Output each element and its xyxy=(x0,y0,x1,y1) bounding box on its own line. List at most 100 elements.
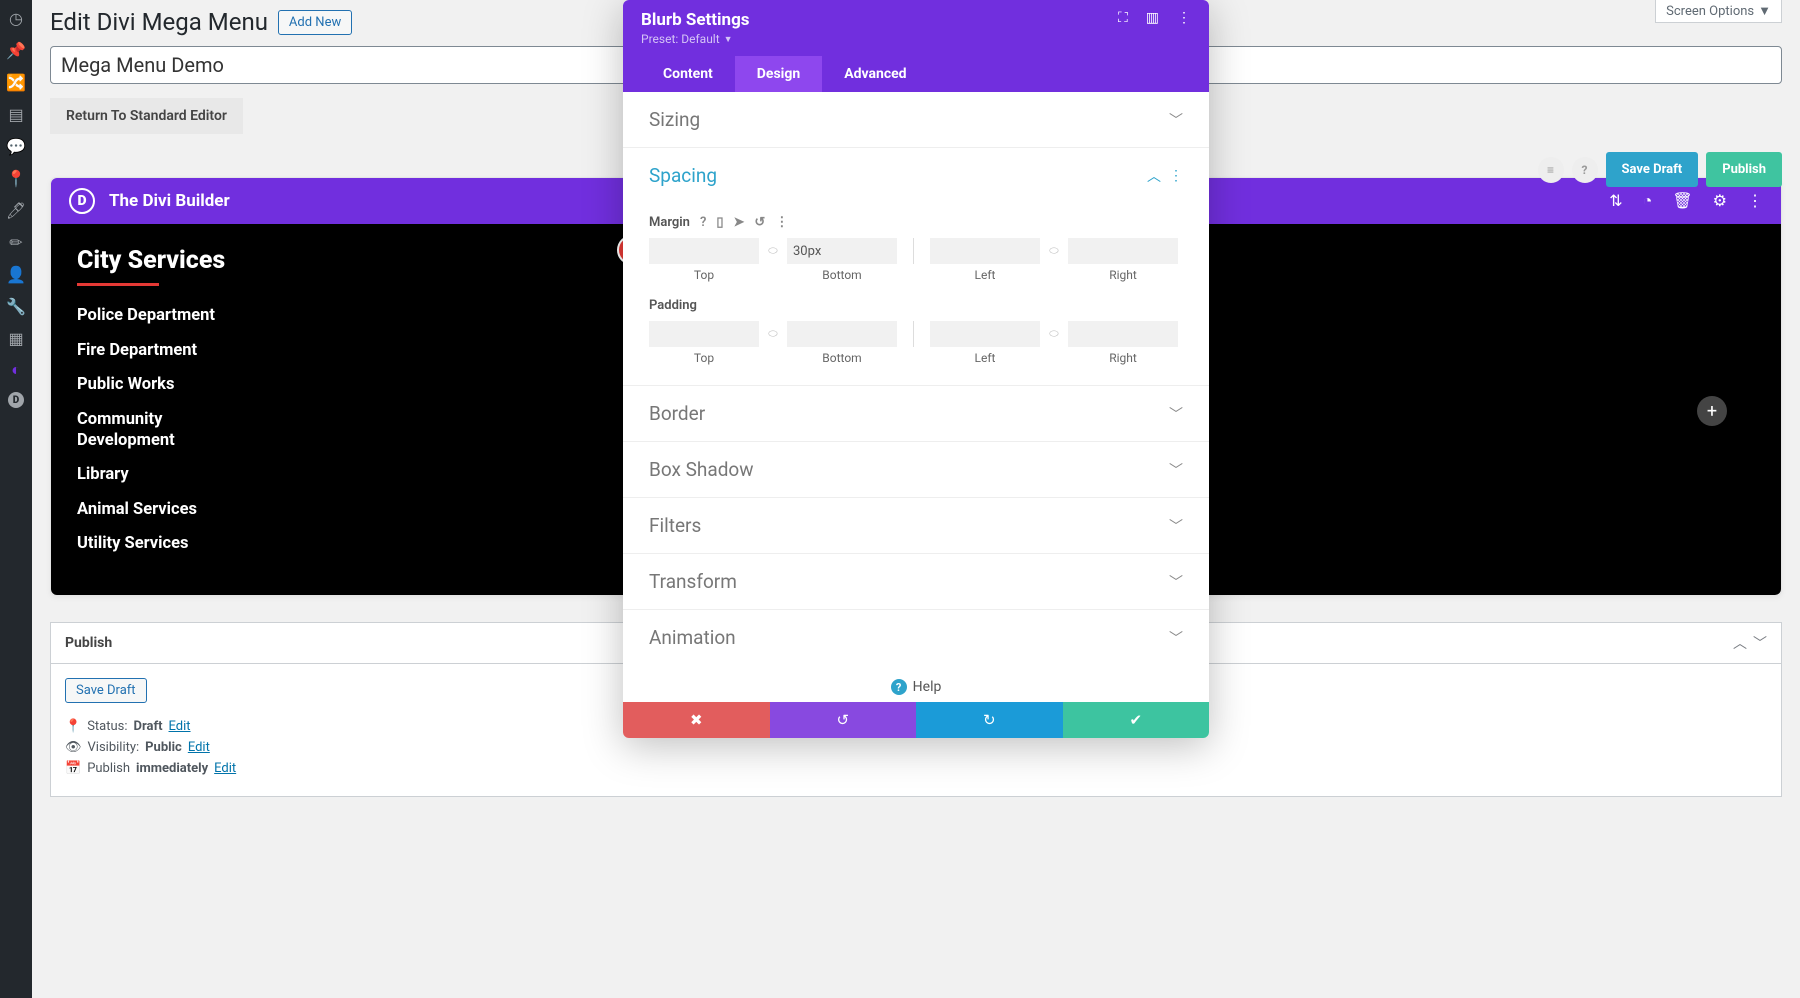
page-title: Edit Divi Mega Menu xyxy=(50,8,268,36)
appearance-icon[interactable]: 🖊 xyxy=(6,200,26,220)
save-draft-button[interactable]: Save Draft xyxy=(1606,152,1699,187)
section-animation[interactable]: Animation ﹀ xyxy=(623,610,1209,665)
margin-bottom-input[interactable] xyxy=(787,238,897,264)
eye-icon: 👁 xyxy=(65,740,82,755)
gear-icon[interactable]: ⚙ xyxy=(1713,191,1727,211)
status-label: Status: xyxy=(87,719,127,734)
city-services-heading: City Services xyxy=(77,246,547,275)
chevron-down-icon[interactable]: ﹀ xyxy=(1753,633,1767,653)
padding-left-input[interactable] xyxy=(930,321,1040,347)
arrange-icon[interactable]: ⇅ xyxy=(1609,191,1622,211)
list-item[interactable]: Utility Services xyxy=(77,534,547,555)
chevron-down-icon: ﹀ xyxy=(1169,404,1183,424)
section-sizing[interactable]: Sizing ﹀ xyxy=(623,92,1209,148)
chevron-up-icon[interactable]: ︿ xyxy=(1733,633,1747,653)
list-item[interactable]: Community Development xyxy=(77,410,217,451)
section-transform[interactable]: Transform ﹀ xyxy=(623,554,1209,610)
redo-button[interactable]: ↻ xyxy=(916,702,1063,738)
save-draft-link[interactable]: Save Draft xyxy=(65,678,147,703)
section-boxshadow[interactable]: Box Shadow ﹀ xyxy=(623,442,1209,498)
undo-button[interactable]: ↺ xyxy=(770,702,917,738)
left-label: Left xyxy=(930,351,1040,365)
trash-icon[interactable]: 🗑 xyxy=(1672,191,1692,211)
right-label: Right xyxy=(1068,268,1178,282)
settings-icon[interactable]: ▦ xyxy=(6,328,26,348)
link-icon[interactable]: ⬭ xyxy=(1044,238,1064,264)
columns-icon[interactable]: ▥ xyxy=(1146,10,1159,26)
link-icon[interactable]: ⬭ xyxy=(763,321,783,347)
save-button[interactable]: ✔ xyxy=(1063,702,1210,738)
help-link[interactable]: ? Help xyxy=(623,665,1209,702)
right-label: Right xyxy=(1068,351,1178,365)
comments-icon[interactable]: 💬 xyxy=(6,136,26,156)
return-to-standard-button[interactable]: Return To Standard Editor xyxy=(50,98,243,134)
list-item[interactable]: Public Works xyxy=(77,375,547,396)
city-services-list: Police Department Fire Department Public… xyxy=(77,306,547,555)
schedule-value: immediately xyxy=(136,761,208,776)
cursor-icon[interactable]: ➤ xyxy=(734,215,745,230)
list-item[interactable]: Animal Services xyxy=(77,500,547,521)
margin-label: Margin xyxy=(649,215,690,230)
media-icon[interactable]: ▤ xyxy=(6,104,26,124)
edit-status-link[interactable]: Edit xyxy=(169,719,191,734)
fullscreen-icon[interactable]: ⛶ xyxy=(1118,10,1128,26)
screen-options-label: Screen Options xyxy=(1666,4,1754,19)
padding-bottom-input[interactable] xyxy=(787,321,897,347)
posts-icon[interactable]: 🔀 xyxy=(6,72,26,92)
screen-options-button[interactable]: Screen Options ▼ xyxy=(1655,0,1782,23)
tools-icon[interactable]: 🔧 xyxy=(6,296,26,316)
add-module-button[interactable]: + xyxy=(1697,396,1727,426)
help-icon[interactable]: ? xyxy=(1572,157,1598,183)
section-spacing[interactable]: Spacing ︿ ⋮ xyxy=(623,148,1209,203)
top-label: Top xyxy=(649,351,759,365)
heading-underline xyxy=(77,283,159,286)
link-icon[interactable]: ⬭ xyxy=(1044,321,1064,347)
list-item[interactable]: Fire Department xyxy=(77,341,547,362)
tab-advanced[interactable]: Advanced xyxy=(822,56,928,92)
margin-top-input[interactable] xyxy=(649,238,759,264)
list-item[interactable]: Police Department xyxy=(77,306,547,327)
clock-icon[interactable]: ◔ xyxy=(1643,191,1653,211)
chevron-down-icon: ﹀ xyxy=(1169,572,1183,592)
kebab-icon[interactable]: ⋮ xyxy=(1177,10,1191,26)
plugins-icon[interactable]: ✏ xyxy=(6,232,26,252)
bottom-label: Bottom xyxy=(787,351,897,365)
dashboard-icon[interactable]: ◷ xyxy=(6,8,26,28)
add-new-button[interactable]: Add New xyxy=(278,10,352,35)
kebab-icon[interactable]: ⋮ xyxy=(1169,168,1183,184)
kebab-icon[interactable]: ⋮ xyxy=(1747,191,1763,211)
tab-design[interactable]: Design xyxy=(735,56,822,92)
margin-left-input[interactable] xyxy=(930,238,1040,264)
divi-d-icon[interactable]: D xyxy=(8,392,24,408)
phone-icon[interactable]: ▯ xyxy=(716,215,723,230)
padding-right-input[interactable] xyxy=(1068,321,1178,347)
chevron-down-icon: ▼ xyxy=(724,34,733,45)
modal-title: Blurb Settings xyxy=(641,10,750,30)
edit-schedule-link[interactable]: Edit xyxy=(214,761,236,776)
bottom-label: Bottom xyxy=(787,268,897,282)
chevron-up-icon: ︿ xyxy=(1147,166,1161,186)
cancel-button[interactable]: ✖ xyxy=(623,702,770,738)
section-filters[interactable]: Filters ﹀ xyxy=(623,498,1209,554)
margin-right-input[interactable] xyxy=(1068,238,1178,264)
padding-top-input[interactable] xyxy=(649,321,759,347)
tab-content[interactable]: Content xyxy=(641,56,735,92)
section-border[interactable]: Border ﹀ xyxy=(623,386,1209,442)
preset-label[interactable]: Preset: Default xyxy=(641,32,720,46)
kebab-icon[interactable]: ⋮ xyxy=(775,215,788,230)
pages-icon[interactable]: 📍 xyxy=(6,168,26,188)
pin-icon[interactable]: 📌 xyxy=(6,40,26,60)
users-icon[interactable]: 👤 xyxy=(6,264,26,284)
visibility-value: Public xyxy=(145,740,182,755)
list-item[interactable]: Library xyxy=(77,465,547,486)
divi-icon[interactable]: ◐ xyxy=(6,360,26,380)
divi-logo-icon: D xyxy=(69,188,95,214)
edit-visibility-link[interactable]: Edit xyxy=(188,740,210,755)
help-icon[interactable]: ? xyxy=(700,215,706,230)
layers-icon[interactable]: ≡ xyxy=(1538,157,1564,183)
divi-builder-label: The Divi Builder xyxy=(109,191,230,211)
link-icon[interactable]: ⬭ xyxy=(763,238,783,264)
publish-button[interactable]: Publish xyxy=(1706,152,1782,187)
visibility-label: Visibility: xyxy=(88,740,140,755)
reset-icon[interactable]: ↺ xyxy=(754,215,765,230)
